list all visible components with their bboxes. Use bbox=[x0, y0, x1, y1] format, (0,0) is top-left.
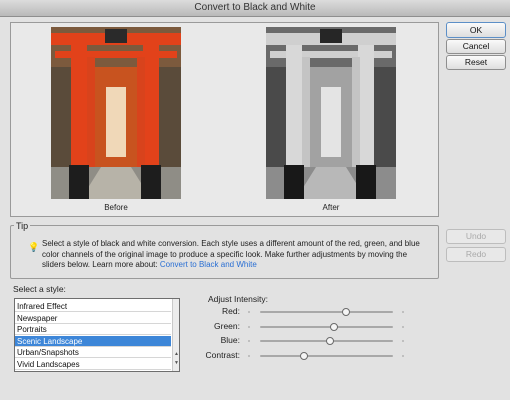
red-min-marker bbox=[248, 311, 250, 313]
before-caption: Before bbox=[104, 203, 128, 212]
contrast-slider-thumb[interactable] bbox=[299, 351, 308, 360]
style-select-label: Select a style: bbox=[13, 284, 66, 294]
blue-slider-track[interactable] bbox=[260, 337, 393, 345]
style-option-scenic-landscape[interactable]: Scenic Landscape bbox=[15, 335, 171, 347]
style-option-portraits[interactable]: Portraits bbox=[15, 324, 171, 335]
contrast-min-marker bbox=[248, 354, 250, 357]
contrast-slider-label: Contrast: bbox=[205, 349, 241, 360]
lightbulb-icon: 💡 bbox=[28, 242, 40, 252]
scroll-up-icon[interactable]: ▲ bbox=[174, 351, 179, 357]
style-list-scrollbar[interactable]: ▲ ▼ bbox=[172, 299, 179, 371]
ok-button[interactable]: OK bbox=[446, 22, 506, 38]
scroll-down-icon[interactable]: ▼ bbox=[174, 360, 179, 366]
preview-panel: Before After bbox=[10, 22, 439, 217]
before-image bbox=[51, 27, 181, 199]
style-option-newspaper[interactable]: Newspaper bbox=[15, 313, 171, 324]
style-option-infrared-effect[interactable]: Infrared Effect bbox=[15, 301, 171, 312]
green-slider-label: Green: bbox=[214, 320, 240, 331]
green-min-marker bbox=[248, 325, 250, 328]
green-max-marker bbox=[402, 325, 404, 328]
tip-text: Select a style of black and white conver… bbox=[42, 239, 430, 271]
red-slider-label: Red: bbox=[222, 306, 240, 316]
style-list[interactable]: ▲ ▼ Infrared Effect Newspaper Portraits Sce… bbox=[14, 298, 180, 372]
style-option-vivid-landscapes[interactable]: Vivid Landscapes bbox=[15, 359, 171, 370]
style-option-urban-snapshots[interactable]: Urban/Snapshots bbox=[15, 347, 171, 358]
blue-slider-label: Blue: bbox=[220, 335, 240, 345]
after-caption: After bbox=[322, 203, 340, 212]
red-slider-thumb[interactable] bbox=[342, 308, 351, 316]
blue-min-marker bbox=[248, 340, 250, 342]
adjust-intensity-title: Adjust Intensity: bbox=[208, 294, 269, 304]
learn-more-link[interactable]: Convert to Black and White bbox=[160, 260, 257, 269]
cancel-button[interactable]: Cancel bbox=[446, 39, 506, 54]
red-slider-track[interactable] bbox=[260, 308, 393, 316]
blue-slider-thumb[interactable] bbox=[326, 337, 335, 345]
window-title: Convert to Black and White bbox=[0, 0, 510, 17]
reset-button[interactable]: Reset bbox=[446, 55, 506, 70]
tip-title: Tip bbox=[14, 221, 31, 231]
contrast-max-marker bbox=[402, 354, 404, 357]
red-max-marker bbox=[402, 311, 404, 313]
undo-button[interactable]: Undo bbox=[446, 229, 506, 244]
green-slider-thumb[interactable] bbox=[330, 322, 339, 331]
green-slider-track[interactable] bbox=[260, 322, 393, 331]
redo-button[interactable]: Redo bbox=[446, 247, 506, 262]
contrast-slider-track[interactable] bbox=[260, 351, 393, 360]
after-image bbox=[266, 27, 396, 199]
blue-max-marker bbox=[402, 340, 404, 342]
